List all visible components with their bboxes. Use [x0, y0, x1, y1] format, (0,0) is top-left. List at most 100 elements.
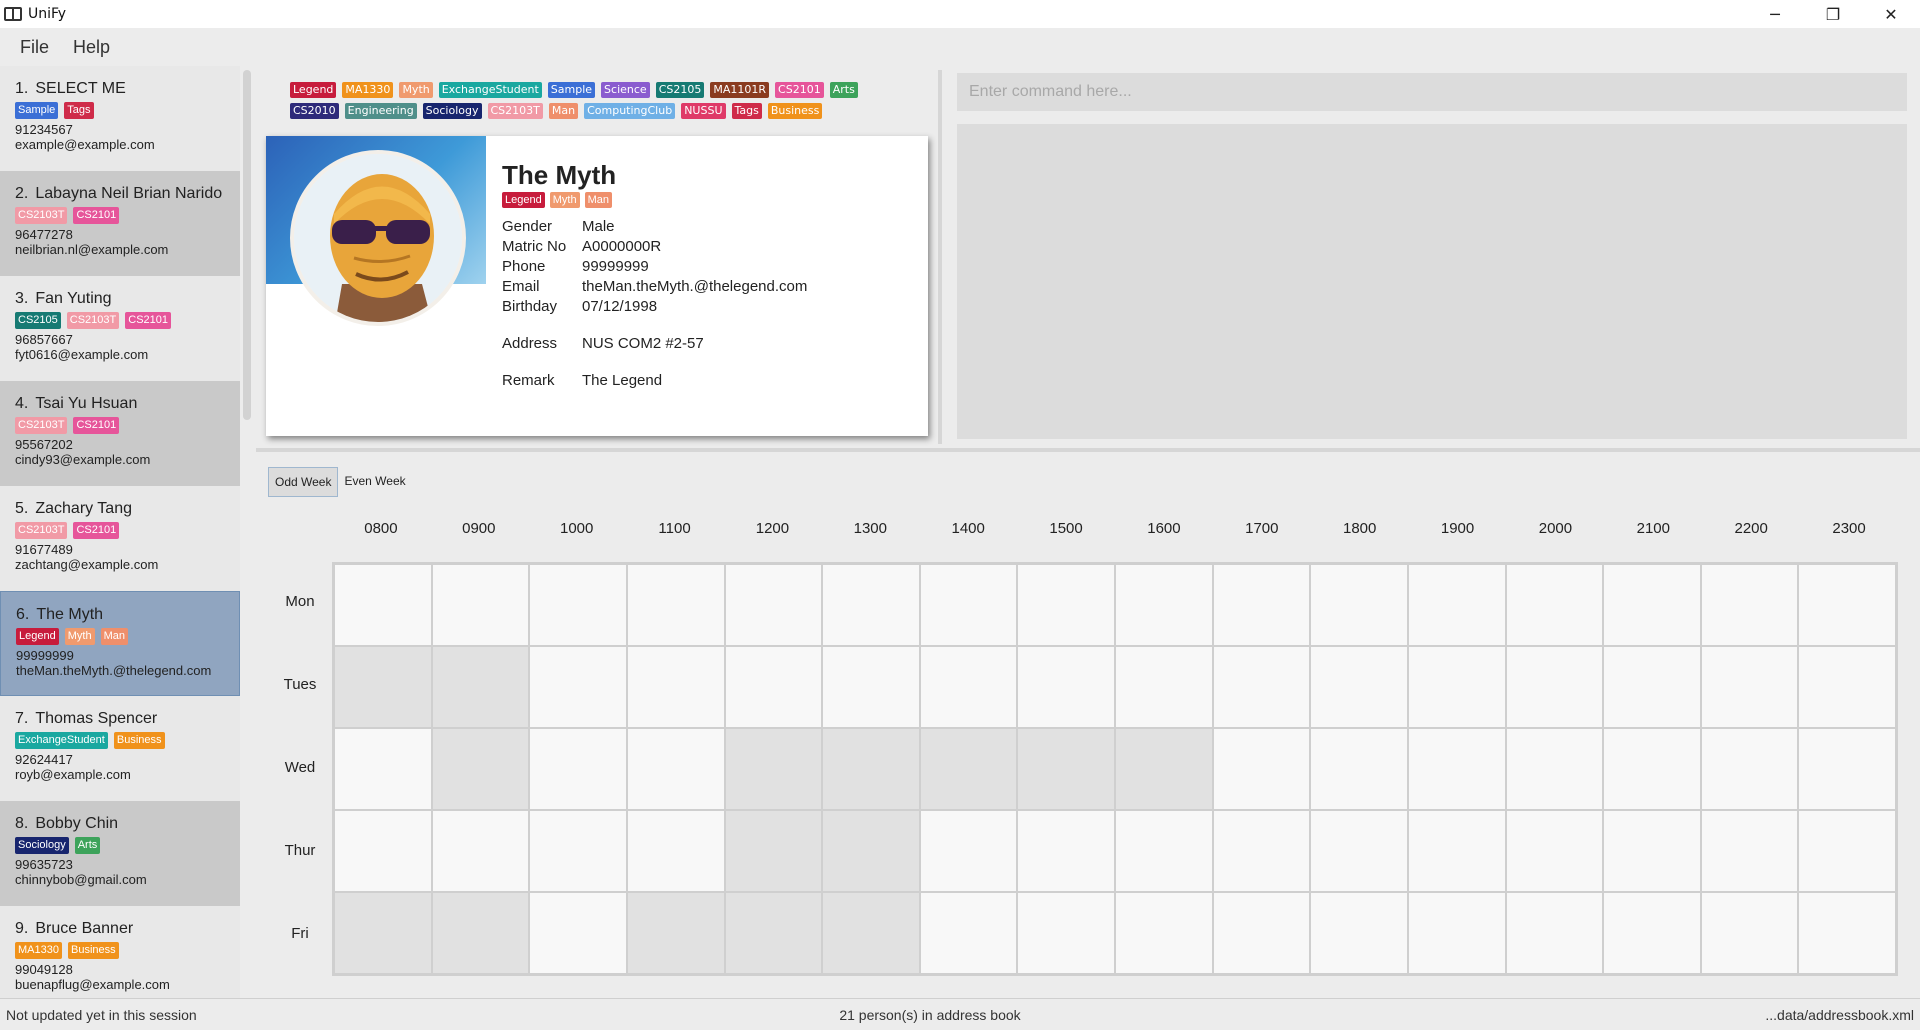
restore-button[interactable]: ❐	[1804, 0, 1862, 28]
timeslot-free[interactable]	[626, 646, 725, 728]
person-card[interactable]: 3. Fan Yuting CS2105 CS2103T CS2101 96857667 f…	[0, 276, 240, 381]
timeslot-free[interactable]	[1505, 646, 1604, 728]
timeslot-free[interactable]	[529, 646, 627, 728]
timeslot-free[interactable]	[1407, 564, 1506, 646]
timeslot-free[interactable]	[1505, 564, 1604, 646]
timeslot-free[interactable]	[1115, 892, 1213, 974]
timeslot-free[interactable]	[1798, 892, 1896, 974]
timeslot-free[interactable]	[1310, 810, 1408, 892]
timeslot-free[interactable]	[1700, 810, 1799, 892]
timeslot-busy[interactable]	[334, 646, 432, 728]
timeslot-busy[interactable]	[822, 728, 920, 810]
timeslot-free[interactable]	[529, 810, 627, 892]
timeslot-free[interactable]	[334, 728, 432, 810]
timeslot-busy[interactable]	[724, 810, 823, 892]
timeslot-busy[interactable]	[919, 728, 1018, 810]
timeslot-free[interactable]	[1017, 810, 1115, 892]
timeslot-free[interactable]	[1407, 810, 1506, 892]
timeslot-free[interactable]	[1407, 728, 1506, 810]
timeslot-free[interactable]	[1505, 810, 1604, 892]
timeslot-free[interactable]	[1798, 810, 1896, 892]
timeslot-free[interactable]	[529, 892, 627, 974]
person-list-scrollbar[interactable]	[243, 70, 251, 420]
timeslot-free[interactable]	[1212, 892, 1311, 974]
timeslot-free[interactable]	[1310, 564, 1408, 646]
timeslot-free[interactable]	[1115, 810, 1213, 892]
timeslot-free[interactable]	[626, 728, 725, 810]
timeslot-busy[interactable]	[1115, 728, 1213, 810]
tab-odd-week[interactable]: Odd Week	[268, 467, 339, 497]
person-card[interactable]: 7. Thomas Spencer ExchangeStudent Business 9…	[0, 696, 240, 801]
timeslot-free[interactable]	[529, 564, 627, 646]
timeslot-free[interactable]	[822, 564, 920, 646]
timeslot-free[interactable]	[1603, 646, 1701, 728]
timeslot-busy[interactable]	[626, 892, 725, 974]
timeslot-free[interactable]	[1700, 728, 1799, 810]
timeslot-free[interactable]	[431, 810, 530, 892]
timeslot-free[interactable]	[1700, 646, 1799, 728]
timeslot-free[interactable]	[1212, 810, 1311, 892]
timeslot-busy[interactable]	[431, 728, 530, 810]
timeslot-free[interactable]	[919, 892, 1018, 974]
timeslot-free[interactable]	[1700, 564, 1799, 646]
timeslot-free[interactable]	[1310, 892, 1408, 974]
minimize-button[interactable]: ─	[1746, 0, 1804, 28]
timeslot-busy[interactable]	[822, 810, 920, 892]
timeslot-free[interactable]	[1798, 564, 1896, 646]
timeslot-free[interactable]	[1603, 564, 1701, 646]
person-card[interactable]: 5. Zachary Tang CS2103T CS2101 91677489 zacht…	[0, 486, 240, 591]
timeslot-free[interactable]	[919, 564, 1018, 646]
person-card[interactable]: 9. Bruce Banner MA1330 Business 99049128 buen…	[0, 906, 240, 998]
person-card[interactable]: 1. SELECT ME Sample Tags 91234567 example@exa…	[0, 66, 240, 171]
vertical-splitter[interactable]	[938, 70, 942, 444]
timeslot-free[interactable]	[1017, 564, 1115, 646]
close-button[interactable]: ✕	[1862, 0, 1920, 28]
tab-even-week[interactable]: Even Week	[338, 467, 411, 497]
command-input[interactable]	[957, 73, 1907, 111]
timeslot-free[interactable]	[1017, 646, 1115, 728]
timeslot-free[interactable]	[334, 564, 432, 646]
timeslot-free[interactable]	[1407, 646, 1506, 728]
menu-file[interactable]: File	[8, 37, 61, 58]
timeslot-free[interactable]	[626, 810, 725, 892]
timeslot-free[interactable]	[724, 564, 823, 646]
timeslot-free[interactable]	[1212, 646, 1311, 728]
person-card[interactable]: 2. Labayna Neil Brian Narido CS2103T CS2101…	[0, 171, 240, 276]
timeslot-busy[interactable]	[431, 646, 530, 728]
timeslot-free[interactable]	[724, 646, 823, 728]
timeslot-busy[interactable]	[724, 728, 823, 810]
timeslot-free[interactable]	[1212, 564, 1311, 646]
timeslot-free[interactable]	[334, 810, 432, 892]
timeslot-free[interactable]	[1603, 728, 1701, 810]
timeslot-free[interactable]	[1115, 564, 1213, 646]
timeslot-free[interactable]	[626, 564, 725, 646]
person-card[interactable]: 6. The Myth Legend Myth Man 99999999 theMan.th…	[0, 591, 240, 696]
timeslot-free[interactable]	[1798, 728, 1896, 810]
timeslot-free[interactable]	[919, 646, 1018, 728]
timeslot-free[interactable]	[1115, 646, 1213, 728]
timeslot-busy[interactable]	[724, 892, 823, 974]
timeslot-free[interactable]	[1407, 892, 1506, 974]
timeslot-free[interactable]	[1310, 728, 1408, 810]
timeslot-free[interactable]	[822, 646, 920, 728]
timeslot-free[interactable]	[919, 810, 1018, 892]
timeslot-free[interactable]	[529, 728, 627, 810]
timeslot-free[interactable]	[1505, 892, 1604, 974]
timeslot-free[interactable]	[1798, 646, 1896, 728]
timeslot-busy[interactable]	[1017, 728, 1115, 810]
menu-help[interactable]: Help	[61, 37, 122, 58]
person-card[interactable]: 4. Tsai Yu Hsuan CS2103T CS2101 95567202 cind…	[0, 381, 240, 486]
person-card[interactable]: 8. Bobby Chin Sociology Arts 99635723 chinnyb…	[0, 801, 240, 906]
timeslot-free[interactable]	[1505, 728, 1604, 810]
timeslot-free[interactable]	[1212, 728, 1311, 810]
timeslot-free[interactable]	[1603, 810, 1701, 892]
person-list[interactable]: 1. SELECT ME Sample Tags 91234567 example@exa…	[0, 66, 240, 998]
timeslot-free[interactable]	[1603, 892, 1701, 974]
timeslot-busy[interactable]	[431, 892, 530, 974]
timeslot-free[interactable]	[431, 564, 530, 646]
timeslot-busy[interactable]	[334, 892, 432, 974]
timeslot-busy[interactable]	[822, 892, 920, 974]
horizontal-splitter[interactable]	[256, 448, 1920, 452]
timeslot-free[interactable]	[1017, 892, 1115, 974]
timeslot-free[interactable]	[1700, 892, 1799, 974]
